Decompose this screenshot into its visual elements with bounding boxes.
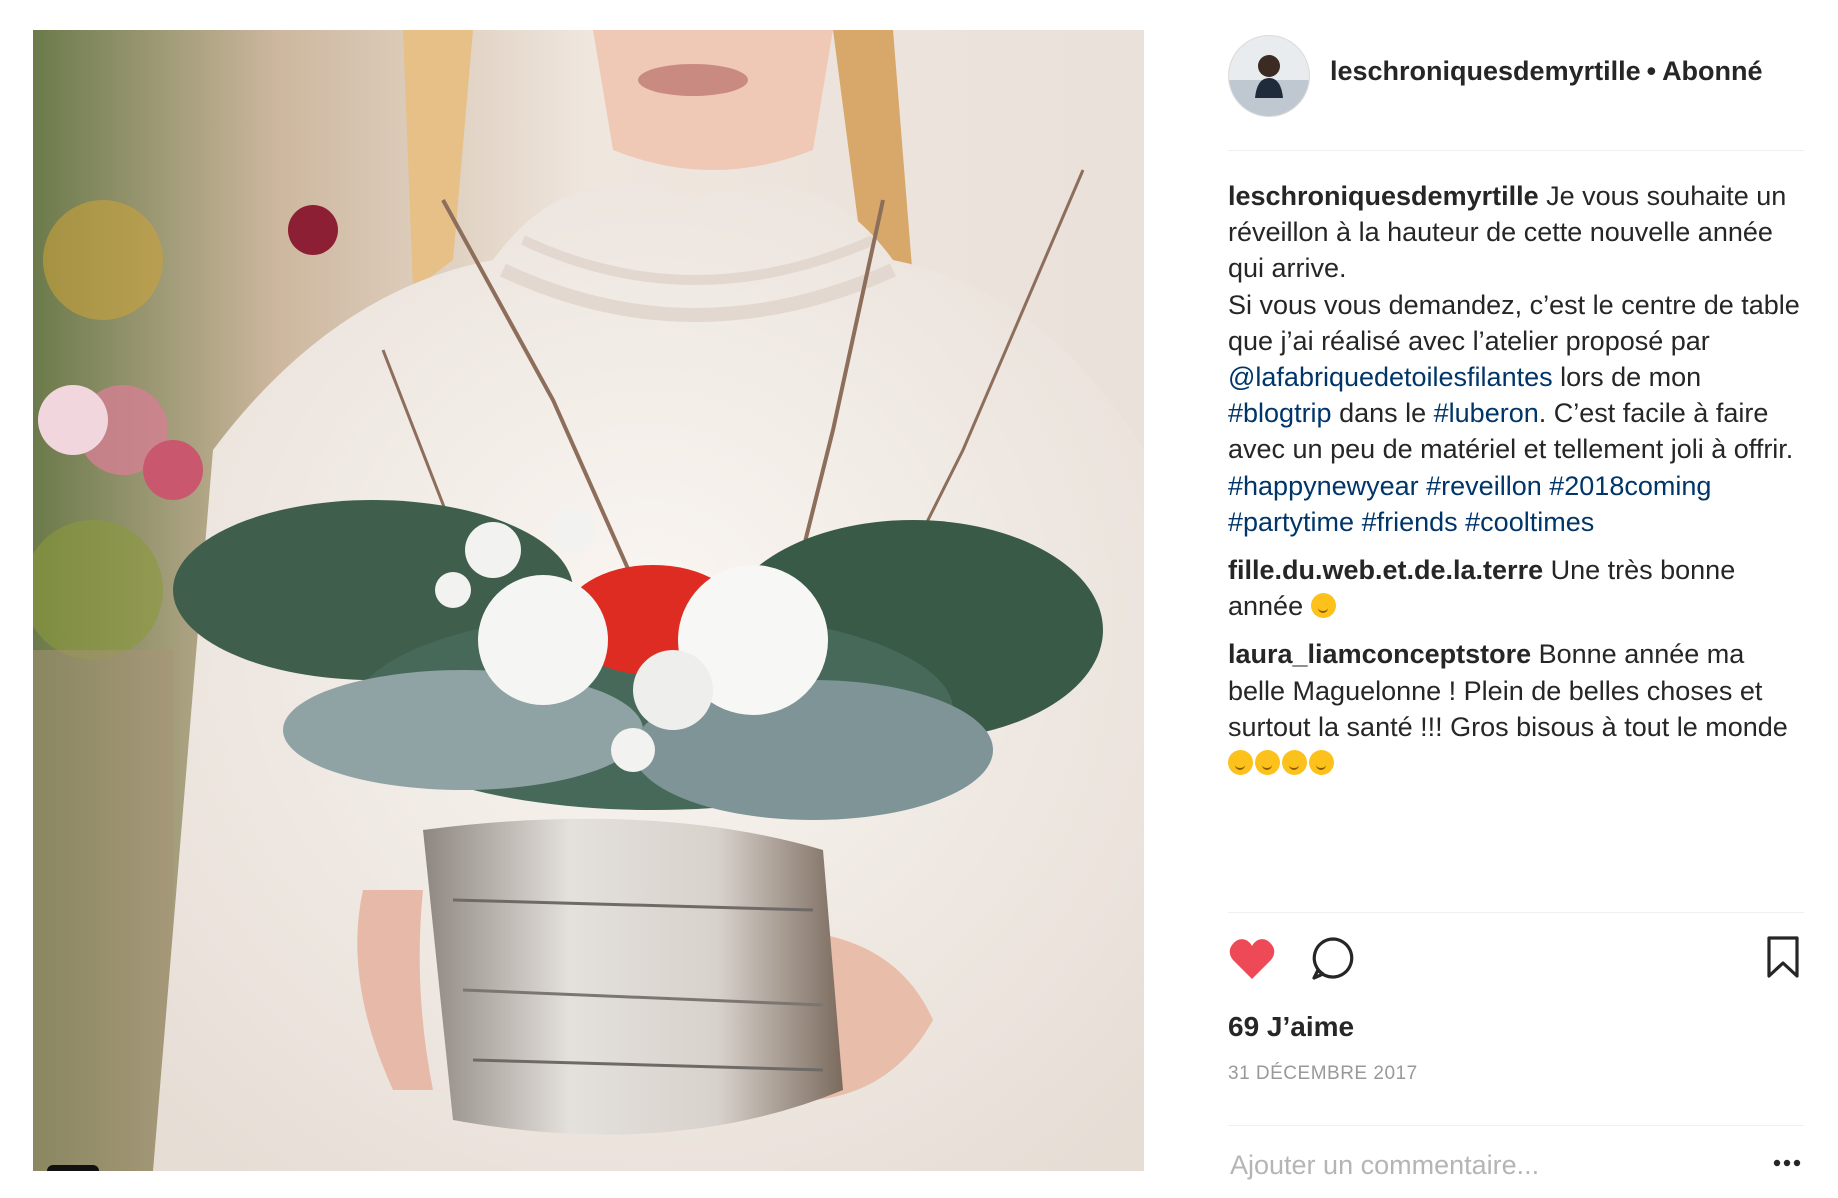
- follow-status-button[interactable]: Abonné: [1662, 56, 1763, 86]
- hashtag-link[interactable]: #friends: [1362, 507, 1458, 537]
- heart-icon: [1229, 939, 1275, 979]
- header-line: leschroniquesdemyrtille • Abonné: [1330, 56, 1763, 87]
- user-tag-icon: [47, 1165, 99, 1171]
- comment-button[interactable]: [1310, 935, 1356, 986]
- more-icon: [1773, 1159, 1801, 1167]
- comment-text: [1354, 507, 1362, 537]
- comment-item: leschroniquesdemyrtille Je vous souhaite…: [1228, 178, 1804, 540]
- emoji-icon: [1310, 593, 1336, 619]
- emoji-icon: [1228, 750, 1253, 776]
- bookmark-button[interactable]: [1766, 935, 1800, 984]
- hashtag-link[interactable]: #reveillon: [1426, 471, 1542, 501]
- post-actions: 69 J’aime 31 DÉCEMBRE 2017: [1228, 912, 1804, 1193]
- likes-count[interactable]: 69 J’aime: [1228, 1011, 1354, 1043]
- comment-item: laura_liamconceptstore Bonne année ma be…: [1228, 636, 1804, 781]
- post-date[interactable]: 31 DÉCEMBRE 2017: [1228, 1063, 1418, 1085]
- post-panel: leschroniquesdemyrtille • Abonné leschroni…: [1228, 30, 1804, 1186]
- photo-illustration: [33, 30, 1144, 1171]
- avatar-image: [1229, 36, 1309, 116]
- comment-input[interactable]: [1228, 1144, 1732, 1186]
- comment-text: Si vous vous demandez, c’est le centre d…: [1228, 289, 1800, 356]
- comment-username[interactable]: fille.du.web.et.de.la.terre: [1228, 555, 1543, 585]
- more-options-button[interactable]: [1772, 1148, 1802, 1178]
- hashtag-link[interactable]: #2018coming: [1549, 471, 1711, 501]
- post-header: leschroniquesdemyrtille • Abonné: [1228, 30, 1804, 151]
- user-tag-button[interactable]: [47, 1165, 99, 1171]
- comments-list: leschroniquesdemyrtille Je vous souhaite…: [1228, 178, 1804, 793]
- hashtag-link[interactable]: #happynewyear: [1228, 471, 1419, 501]
- hashtag-link[interactable]: #cooltimes: [1465, 507, 1594, 537]
- post-photo[interactable]: [33, 30, 1144, 1171]
- bookmark-icon: [1767, 936, 1799, 978]
- hashtag-link[interactable]: #luberon: [1434, 398, 1539, 428]
- header-separator: •: [1646, 56, 1657, 86]
- comment-username[interactable]: laura_liamconceptstore: [1228, 639, 1531, 669]
- like-button[interactable]: [1228, 937, 1276, 986]
- mention-link[interactable]: @lafabriquedetoilesfilantes: [1228, 362, 1553, 392]
- add-comment-bar: [1228, 1125, 1804, 1198]
- comment-text: dans le: [1331, 398, 1434, 429]
- hashtag-link[interactable]: #blogtrip: [1228, 398, 1332, 428]
- hashtag-link[interactable]: #partytime: [1228, 507, 1354, 537]
- avatar[interactable]: [1228, 35, 1310, 117]
- emoji-icon: [1309, 750, 1334, 776]
- comment-text: lors de mon: [1552, 362, 1702, 393]
- emoji-icon: [1282, 750, 1307, 776]
- comment-icon: [1312, 937, 1354, 980]
- comment-item: fille.du.web.et.de.la.terre Une très bon…: [1228, 552, 1804, 624]
- emoji-icon: [1255, 750, 1280, 776]
- header-username[interactable]: leschroniquesdemyrtille: [1330, 56, 1641, 86]
- comment-username[interactable]: leschroniquesdemyrtille: [1228, 181, 1539, 211]
